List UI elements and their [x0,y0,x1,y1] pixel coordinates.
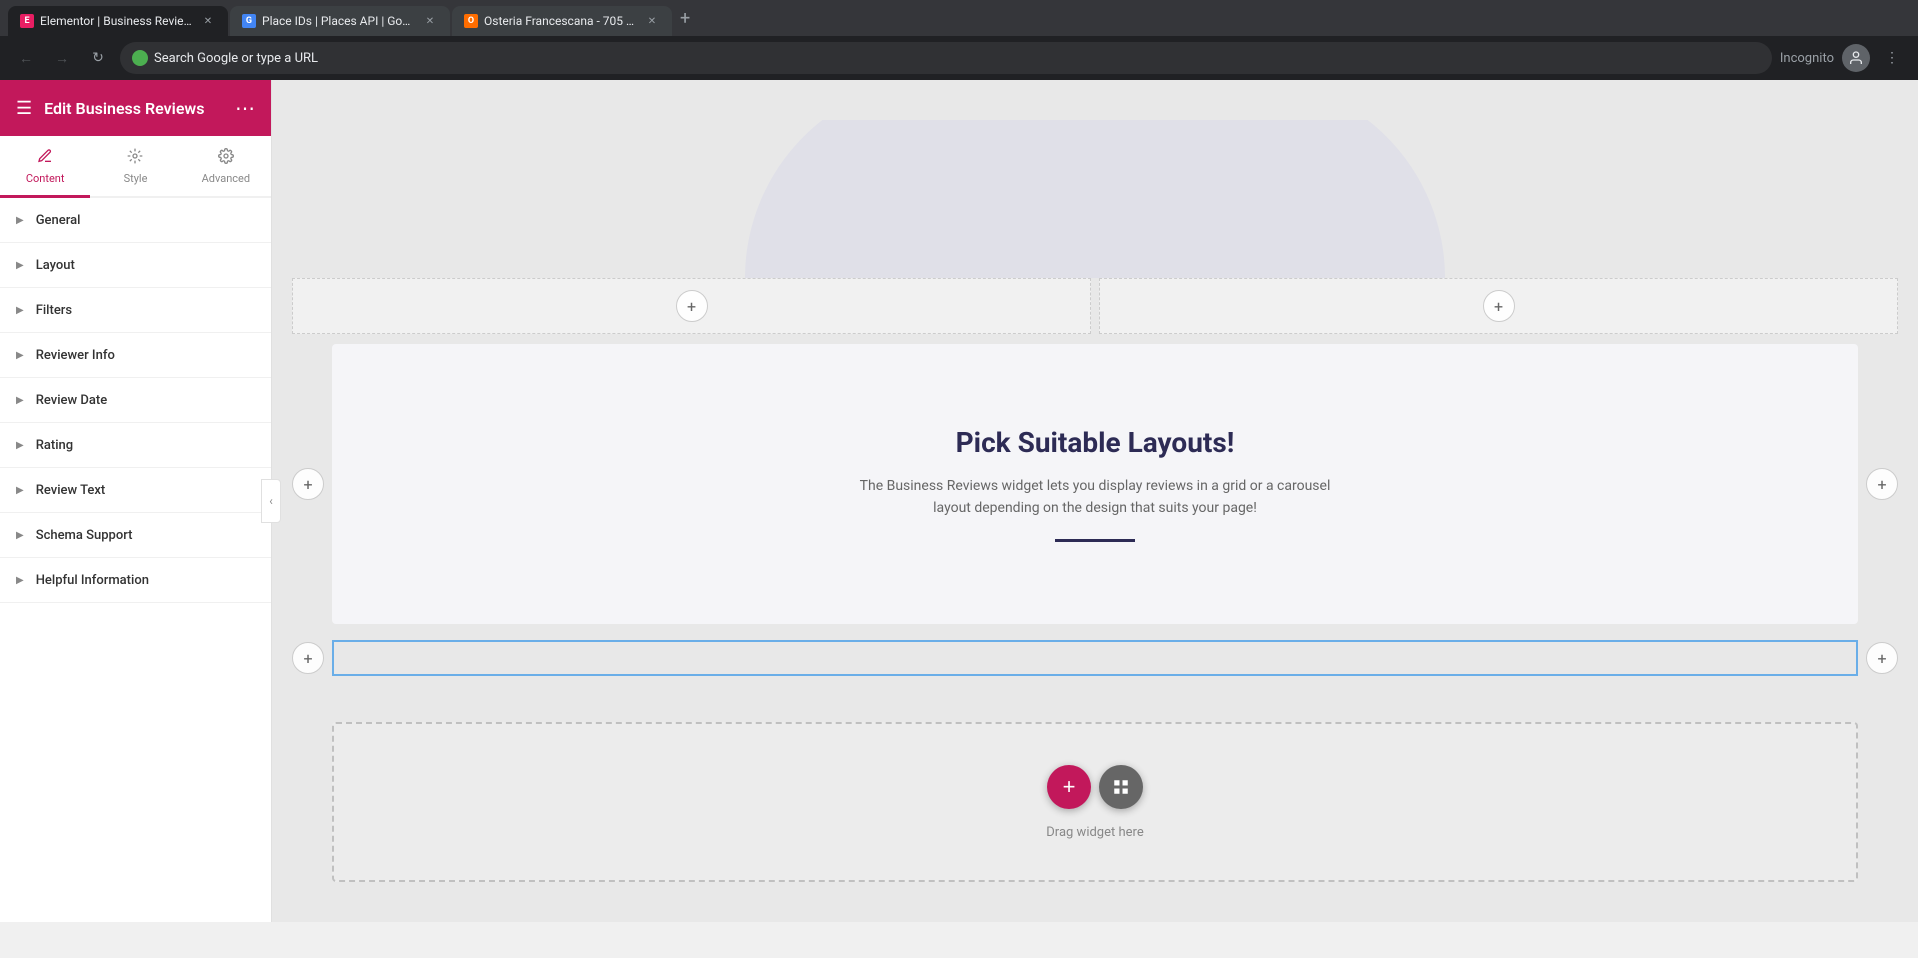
sidebar-header-left: ☰ Edit Business Reviews [16,98,204,119]
drag-widget-text: Drag widget here [1046,825,1143,840]
chevron-rating: ▶ [16,440,24,451]
accordion-rating[interactable]: ▶ Rating [0,423,271,468]
tab-title-elementor: Elementor | Business Reviews [40,14,194,28]
app-layout: ☰ Edit Business Reviews ⋯ Content [0,80,1918,922]
incognito-area: Incognito ⋮ [1780,44,1906,72]
back-button[interactable]: ← [12,44,40,72]
browser-menu[interactable]: ⋮ [1878,44,1906,72]
drop-zone[interactable]: + Drag widget here [332,722,1858,882]
sidebar-title: Edit Business Reviews [44,99,204,118]
widget-container: Pick Suitable Layouts! The Business Revi… [332,344,1858,624]
tab-close-places[interactable]: ✕ [422,13,438,29]
tab-osteria[interactable]: O Osteria Francescana - 705 Photo... ✕ [452,6,672,36]
omnibar-favicon [132,50,148,66]
tab-content[interactable]: Content [0,138,90,198]
sidebar-header: ☰ Edit Business Reviews ⋯ [0,80,271,136]
accordion-schema-support-label: Schema Support [36,528,133,543]
chevron-layout: ▶ [16,260,24,271]
omnibar-row: ← → ↻ Search Google or type a URL Incogn… [0,36,1918,80]
add-active-left-button[interactable]: + [292,642,324,674]
accordion-layout[interactable]: ▶ Layout [0,243,271,288]
forward-button[interactable]: → [48,44,76,72]
omnibar-url: Search Google or type a URL [154,51,1760,66]
tab-elementor[interactable]: E Elementor | Business Reviews ✕ [8,6,228,36]
add-col-left-button[interactable]: + [676,290,708,322]
chevron-schema-support: ▶ [16,530,24,541]
widget-description: The Business Reviews widget lets you dis… [845,475,1345,520]
refresh-button[interactable]: ↻ [84,44,112,72]
style-icon [127,148,143,168]
accordion-list: ▶ General ▶ Layout ▶ Filters ▶ Rev [0,198,271,603]
tab-bar: E Elementor | Business Reviews ✕ G Place… [0,0,1918,36]
arch-section [292,120,1898,278]
accordion-review-date-label: Review Date [36,393,107,408]
canvas-area: + + + Pick Suitable Layouts! The Busines… [272,80,1918,922]
sidebar: ☰ Edit Business Reviews ⋯ Content [0,80,272,922]
accordion-filters-label: Filters [36,303,72,318]
tab-favicon-places: G [242,14,256,28]
tab-close-osteria[interactable]: ✕ [644,13,660,29]
empty-column-right: + [1099,278,1898,334]
chevron-general: ▶ [16,215,24,226]
accordion-review-date[interactable]: ▶ Review Date [0,378,271,423]
accordion-review-text-label: Review Text [36,483,106,498]
tab-style[interactable]: Style [90,138,180,198]
tab-favicon-osteria: O [464,14,478,28]
empty-column-left: + [292,278,1091,334]
arch-bg [745,120,1445,278]
tab-advanced-label: Advanced [202,172,250,185]
tab-advanced[interactable]: Advanced [181,138,271,198]
tab-title-osteria: Osteria Francescana - 705 Photo... [484,14,638,28]
accordion-filters[interactable]: ▶ Filters [0,288,271,333]
chevron-helpful-info: ▶ [16,575,24,586]
tab-close-elementor[interactable]: ✕ [200,13,216,29]
grid-icon[interactable]: ⋯ [235,96,255,120]
add-active-right-button[interactable]: + [1866,642,1898,674]
add-widget-button[interactable]: + [1047,765,1091,809]
drop-zone-wrapper: + Drag widget here [292,692,1898,882]
chevron-review-text: ▶ [16,485,24,496]
omnibar[interactable]: Search Google or type a URL [120,42,1772,74]
accordion-layout-label: Layout [36,258,75,273]
new-tab-button[interactable]: + [674,8,696,29]
accordion-schema-support[interactable]: ▶ Schema Support [0,513,271,558]
tab-places[interactable]: G Place IDs | Places API | Google... ✕ [230,6,450,36]
widget-headline: Pick Suitable Layouts! [956,426,1235,459]
chevron-review-date: ▶ [16,395,24,406]
tab-content-label: Content [26,172,65,185]
chevron-reviewer-info: ▶ [16,350,24,361]
add-left-section-button[interactable]: + [292,468,324,500]
accordion-review-text[interactable]: ▶ Review Text [0,468,271,513]
active-row: + + [292,640,1898,676]
columns-row: + + [292,278,1898,334]
content-icon [37,148,53,168]
accordion-reviewer-info-label: Reviewer Info [36,348,115,363]
add-right-section-button[interactable]: + [1866,468,1898,500]
active-element[interactable] [332,640,1858,676]
incognito-text: Incognito [1780,51,1834,66]
sidebar-tabs: Content Style Advanced [0,136,271,198]
tab-style-label: Style [124,172,148,185]
accordion-general-label: General [36,213,81,228]
add-col-right-button[interactable]: + [1483,290,1515,322]
accordion-helpful-info-label: Helpful Information [36,573,149,588]
hamburger-icon[interactable]: ☰ [16,98,32,119]
chevron-filters: ▶ [16,305,24,316]
advanced-icon [218,148,234,168]
accordion-reviewer-info[interactable]: ▶ Reviewer Info [0,333,271,378]
sidebar-collapse-handle[interactable]: ‹ [261,479,281,523]
accordion-helpful-info[interactable]: ▶ Helpful Information [0,558,271,603]
tab-title-places: Place IDs | Places API | Google... [262,14,416,28]
widget-divider [1055,539,1135,542]
drop-zone-buttons: + [1047,765,1143,809]
incognito-icon [1842,44,1870,72]
grid-widget-button[interactable] [1099,765,1143,809]
accordion-rating-label: Rating [36,438,73,453]
tab-favicon-elementor: E [20,14,34,28]
widget-row: + Pick Suitable Layouts! The Business Re… [292,344,1898,624]
accordion-general[interactable]: ▶ General [0,198,271,243]
